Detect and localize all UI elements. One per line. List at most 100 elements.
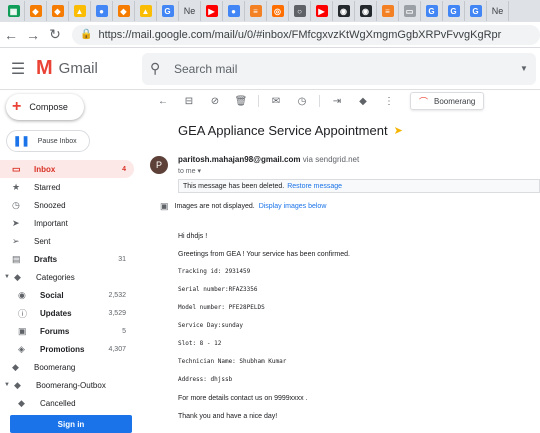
url-field[interactable]: 🔒 https://mail.google.com/mail/u/0/#inbo… bbox=[72, 24, 540, 45]
tab-multi-2-favicon-icon: ● bbox=[227, 5, 240, 17]
people-icon: ◉ bbox=[18, 289, 26, 300]
pause-inbox-button[interactable]: ❚❚ Pause Inbox bbox=[6, 130, 90, 152]
more-options-icon[interactable]: ⋮ bbox=[376, 96, 402, 107]
tab-circle[interactable]: ○ bbox=[289, 1, 311, 21]
forum-icon: ▣ bbox=[18, 325, 27, 336]
label-icon: ◆ bbox=[14, 271, 21, 282]
message-body-line: Tracking id: 2931459 bbox=[178, 268, 251, 275]
expand-caret-icon[interactable]: ▼ bbox=[4, 274, 14, 280]
lock-icon: 🔒 bbox=[80, 29, 93, 40]
tab-github-1[interactable]: ◉ bbox=[333, 1, 355, 21]
tab-sheets[interactable]: ▦ bbox=[3, 1, 25, 21]
back-arrow-icon[interactable]: ← bbox=[0, 24, 22, 46]
tab-odd-favicon-icon: ◎ bbox=[271, 5, 284, 17]
tab-circle-favicon-icon: ○ bbox=[293, 5, 306, 17]
message-body-line: Service Day:sunday bbox=[178, 322, 244, 329]
label-icon: ◆ bbox=[18, 397, 25, 408]
sidebar-item-starred[interactable]: ★ Starred bbox=[0, 178, 134, 196]
delete-icon[interactable]: 🗑 bbox=[228, 96, 254, 107]
sidebar-item-label: Drafts bbox=[34, 254, 58, 264]
tab-multi-1[interactable]: ● bbox=[91, 1, 113, 21]
sign-in-button[interactable]: Sign in bbox=[10, 415, 132, 433]
sidebar-item-label: Updates bbox=[40, 308, 72, 318]
important-marker-icon[interactable]: ➤ bbox=[394, 124, 403, 137]
sender-email[interactable]: paritosh.mahajan98@gmail.com bbox=[178, 155, 301, 164]
search-options-icon[interactable]: ▼ bbox=[520, 64, 536, 73]
sidebar-item-label: Boomerang bbox=[34, 362, 76, 372]
sidebar-item-count: 5 bbox=[122, 327, 126, 335]
send-icon: ➢ bbox=[12, 235, 20, 246]
gmail-logo[interactable]: M Gmail bbox=[36, 57, 142, 80]
sidebar-item-label: Social bbox=[40, 290, 64, 300]
sidebar-item-cancelled[interactable]: ◆ Cancelled bbox=[0, 394, 134, 412]
message-body-line: Greetings from GEA ! Your service has be… bbox=[178, 251, 350, 258]
search-icon[interactable]: ⚲ bbox=[150, 60, 174, 77]
sidebar-item-drafts[interactable]: ▤ Drafts 31 bbox=[0, 250, 134, 268]
boomerang-label: Boomerang bbox=[434, 96, 476, 106]
star-icon: ★ bbox=[12, 181, 21, 192]
tab-google-1[interactable]: G bbox=[157, 1, 179, 21]
restore-message-link[interactable]: Restore message bbox=[287, 183, 342, 190]
reload-icon[interactable]: ↻ bbox=[44, 24, 66, 46]
tab-ne-2[interactable]: Ne bbox=[487, 1, 509, 21]
sidebar-item-important[interactable]: ➤ Important bbox=[0, 214, 134, 232]
sender-avatar[interactable]: P bbox=[150, 156, 168, 174]
tab-google-3[interactable]: G bbox=[443, 1, 465, 21]
compose-button[interactable]: + Compose bbox=[6, 94, 84, 120]
snooze-icon[interactable]: ◷ bbox=[289, 96, 315, 107]
sidebar-item-boomerang-outbox[interactable]: ▼ ◆ Boomerang-Outbox bbox=[0, 376, 134, 394]
report-spam-icon[interactable]: ⊘ bbox=[202, 96, 228, 107]
sidebar-item-sent[interactable]: ➢ Sent bbox=[0, 232, 134, 250]
search-input[interactable]: Search mail bbox=[174, 62, 520, 76]
label-icon[interactable]: ◆ bbox=[350, 96, 376, 107]
tab-github-2[interactable]: ◉ bbox=[355, 1, 377, 21]
mark-unread-icon[interactable]: ✉ bbox=[263, 96, 289, 107]
sidebar-item-inbox[interactable]: ▭ Inbox 4 bbox=[0, 160, 134, 178]
tab-drive-2[interactable]: ▲ bbox=[135, 1, 157, 21]
pause-icon: ❚❚ bbox=[13, 135, 30, 147]
expand-caret-icon[interactable]: ▼ bbox=[4, 382, 14, 388]
tab-stack-favicon-icon: ≡ bbox=[249, 5, 262, 17]
tab-ne-2-favicon-icon: Ne bbox=[491, 6, 504, 16]
draft-icon: ▤ bbox=[12, 253, 21, 264]
move-to-icon[interactable]: ⇥ bbox=[324, 96, 350, 107]
archive-icon[interactable]: ⊟ bbox=[176, 96, 202, 107]
tab-ne-1[interactable]: Ne bbox=[179, 1, 201, 21]
sidebar-item-boomerang[interactable]: ◆ Boomerang bbox=[0, 358, 134, 376]
boomerang-button[interactable]: ⌒ Boomerang bbox=[410, 92, 485, 110]
sidebar-item-label: Categories bbox=[36, 272, 75, 282]
forward-arrow-icon[interactable]: → bbox=[22, 24, 44, 46]
tab-stack[interactable]: ≡ bbox=[245, 1, 267, 21]
tab-google-2[interactable]: G bbox=[421, 1, 443, 21]
back-to-inbox-icon[interactable]: ← bbox=[150, 96, 176, 107]
sidebar-item-categories[interactable]: ▼ ◆ Categories bbox=[0, 268, 134, 286]
tab-gray[interactable]: ▭ bbox=[399, 1, 421, 21]
toolbar-divider bbox=[258, 95, 259, 107]
tab-stack-2[interactable]: ≡ bbox=[377, 1, 399, 21]
main-menu-icon[interactable]: ☰ bbox=[0, 59, 36, 79]
tab-youtube-2[interactable]: ▶ bbox=[311, 1, 333, 21]
tab-youtube-2-favicon-icon: ▶ bbox=[315, 5, 328, 17]
tab-google-4[interactable]: G bbox=[465, 1, 487, 21]
recipient-details[interactable]: to me ▾ bbox=[178, 167, 201, 175]
sender-line: paritosh.mahajan98@gmail.com via sendgri… bbox=[178, 155, 359, 164]
tab-drive[interactable]: ▲ bbox=[69, 1, 91, 21]
message-subject: GEA Appliance Service Appointment ➤ bbox=[178, 123, 403, 138]
sidebar-item-updates[interactable]: ⓘ Updates 3,529 bbox=[0, 304, 134, 322]
sidebar-item-promotions[interactable]: ◈ Promotions 4,307 bbox=[0, 340, 134, 358]
tab-orange-3[interactable]: ◆ bbox=[113, 1, 135, 21]
search-bar[interactable]: ⚲ Search mail ▼ bbox=[142, 52, 536, 85]
tab-multi-2[interactable]: ● bbox=[223, 1, 245, 21]
sidebar-item-forums[interactable]: ▣ Forums 5 bbox=[0, 322, 134, 340]
sidebar-item-count: 31 bbox=[118, 255, 126, 263]
message-body-line: Address: dhjssb bbox=[178, 376, 233, 383]
tab-orange-1[interactable]: ◆ bbox=[25, 1, 47, 21]
tab-odd[interactable]: ◎ bbox=[267, 1, 289, 21]
display-images-link[interactable]: Display images below bbox=[259, 203, 327, 210]
image-icon: ▣ bbox=[160, 201, 169, 211]
sidebar-item-social[interactable]: ◉ Social 2,532 bbox=[0, 286, 134, 304]
tab-youtube-1[interactable]: ▶ bbox=[201, 1, 223, 21]
tab-orange-2[interactable]: ◆ bbox=[47, 1, 69, 21]
sidebar-item-snoozed[interactable]: ◷ Snoozed bbox=[0, 196, 134, 214]
sidebar-item-count: 3,529 bbox=[108, 309, 126, 317]
